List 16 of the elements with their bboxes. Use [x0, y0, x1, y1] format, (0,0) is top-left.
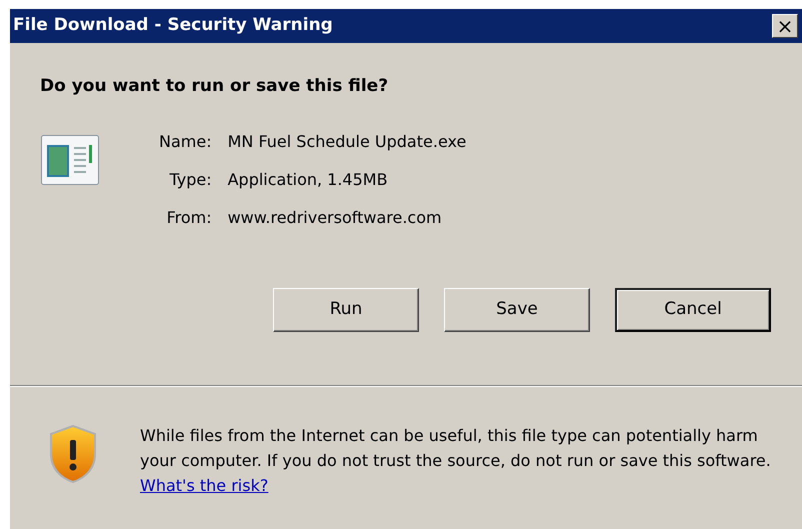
field-value: MN Fuel Schedule Update.exe	[228, 130, 466, 152]
field-value: www.redriversoftware.com	[228, 206, 443, 228]
application-icon	[41, 134, 99, 184]
dialog-button[interactable]: Run	[273, 288, 419, 332]
warning-shield-icon	[47, 424, 99, 484]
warning-message: While files from the Internet can be useful, this file type can potentially harm your computer. If you do not trust the source, do not run or save this software. What's the risk?	[140, 425, 772, 497]
dialog-button[interactable]: Save	[444, 288, 590, 332]
field-label: Type:	[168, 168, 212, 190]
close-button[interactable]: ×	[772, 14, 798, 38]
field-label: From:	[166, 206, 212, 228]
dialog-button[interactable]: Cancel	[615, 288, 771, 332]
dialog-question: Do you want to run or save this file?	[39, 75, 390, 98]
field-label: Name:	[159, 130, 212, 152]
field-value: Application, 1.45MB	[228, 168, 389, 190]
risk-link[interactable]: What's the risk?	[140, 476, 268, 495]
window-title: File Download - Security Warning	[13, 14, 333, 38]
